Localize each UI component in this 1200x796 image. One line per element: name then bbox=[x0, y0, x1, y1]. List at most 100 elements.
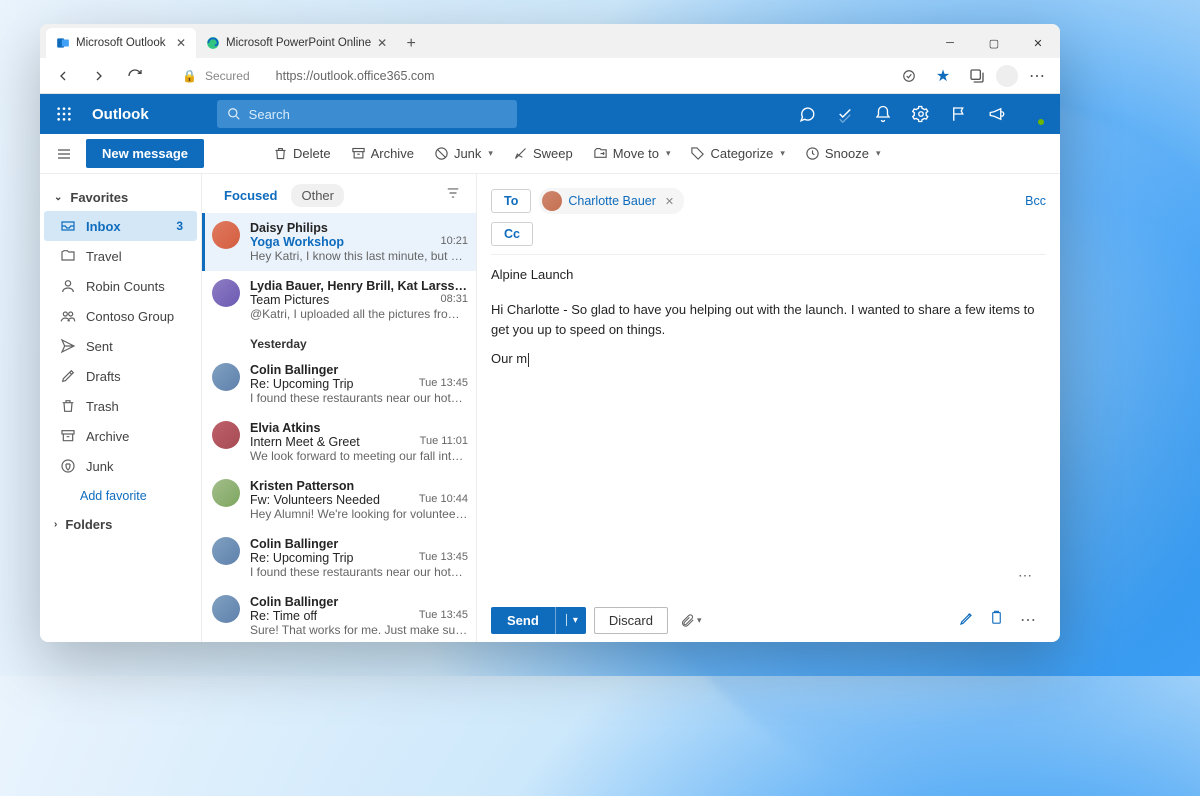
tab-close-icon[interactable]: ✕ bbox=[176, 36, 186, 50]
sweep-button[interactable]: Sweep bbox=[506, 142, 580, 165]
browser-window: Microsoft Outlook ✕ Microsoft PowerPoint… bbox=[40, 24, 1060, 642]
notifications-icon[interactable] bbox=[866, 97, 900, 131]
bcc-button[interactable]: Bcc bbox=[1025, 194, 1046, 208]
message-item[interactable]: Daisy PhilipsYoga Workshop10:21Hey Katri… bbox=[202, 213, 476, 271]
nav-back[interactable] bbox=[48, 61, 78, 91]
window-minimize[interactable]: ─ bbox=[928, 28, 972, 58]
window-close[interactable]: ✕ bbox=[1016, 28, 1060, 58]
junk-icon bbox=[434, 146, 449, 161]
flag-icon[interactable] bbox=[942, 97, 976, 131]
avatar bbox=[212, 537, 240, 565]
folder-contoso-group[interactable]: Contoso Group bbox=[44, 301, 197, 331]
clipboard-icon[interactable] bbox=[989, 610, 1004, 631]
new-message-button[interactable]: New message bbox=[86, 139, 204, 168]
body-paragraph: Our m bbox=[491, 349, 1046, 369]
avatar bbox=[212, 421, 240, 449]
nav-toggle-icon[interactable] bbox=[48, 138, 80, 170]
move-to-button[interactable]: Move to▾ bbox=[586, 142, 678, 165]
message-item[interactable]: Colin BallingerRe: Upcoming TripTue 13:4… bbox=[202, 529, 476, 587]
snooze-button[interactable]: Snooze▾ bbox=[798, 142, 888, 165]
folder-sent[interactable]: Sent bbox=[44, 331, 197, 361]
favorite-icon[interactable]: ★ bbox=[928, 61, 958, 91]
chat-icon[interactable] bbox=[790, 97, 824, 131]
folder-label: Robin Counts bbox=[86, 279, 165, 294]
outlook-favicon bbox=[56, 36, 70, 50]
folder-robin-counts[interactable]: Robin Counts bbox=[44, 271, 197, 301]
collections-icon[interactable] bbox=[962, 61, 992, 91]
message-from: Colin Ballinger bbox=[250, 363, 468, 377]
folder-junk[interactable]: Junk bbox=[44, 451, 197, 481]
tab-focused[interactable]: Focused bbox=[214, 184, 287, 207]
delete-button[interactable]: Delete bbox=[266, 142, 338, 165]
folder-label: Sent bbox=[86, 339, 113, 354]
remove-recipient-icon[interactable]: ✕ bbox=[662, 195, 677, 208]
cc-button[interactable]: Cc bbox=[491, 222, 533, 246]
tab-close-icon[interactable]: ✕ bbox=[377, 36, 387, 50]
folder-label: Travel bbox=[86, 249, 122, 264]
tracking-prevention-icon[interactable] bbox=[894, 61, 924, 91]
recipient-chip[interactable]: Charlotte Bauer ✕ bbox=[539, 188, 684, 214]
message-item[interactable]: Colin BallingerRe: Time offTue 13:45Sure… bbox=[202, 587, 476, 642]
folder-travel[interactable]: Travel bbox=[44, 241, 197, 271]
message-from: Colin Ballinger bbox=[250, 595, 468, 609]
to-button[interactable]: To bbox=[491, 189, 531, 213]
more-actions-icon[interactable]: ⋯ bbox=[1010, 563, 1042, 588]
search-input[interactable] bbox=[249, 107, 507, 122]
categorize-button[interactable]: Categorize▾ bbox=[683, 142, 791, 165]
filter-icon[interactable] bbox=[442, 182, 464, 209]
message-from: Lydia Bauer, Henry Brill, Kat Larsson, bbox=[250, 279, 468, 293]
add-favorite-link[interactable]: Add favorite bbox=[40, 481, 201, 511]
junk-button[interactable]: Junk▾ bbox=[427, 142, 500, 165]
message-preview: I found these restaurants near our hotel… bbox=[250, 391, 468, 405]
delete-icon bbox=[273, 146, 288, 161]
attach-button[interactable]: ▾ bbox=[676, 609, 706, 632]
account-presence[interactable] bbox=[1018, 97, 1052, 131]
avatar bbox=[542, 191, 562, 211]
browser-tab-label: Microsoft Outlook bbox=[76, 37, 165, 49]
more-footer-icon[interactable]: ⋯ bbox=[1012, 606, 1046, 634]
settings-icon[interactable] bbox=[904, 97, 938, 131]
folder-trash[interactable]: Trash bbox=[44, 391, 197, 421]
folder-label: Trash bbox=[86, 399, 119, 414]
nav-refresh[interactable] bbox=[120, 61, 150, 91]
folder-inbox[interactable]: Inbox3 bbox=[44, 211, 197, 241]
browser-tab-outlook[interactable]: Microsoft Outlook ✕ bbox=[46, 28, 196, 58]
browser-menu-icon[interactable]: ⋯ bbox=[1022, 61, 1052, 91]
address-bar[interactable]: 🔒 Secured https://outlook.office365.com bbox=[182, 69, 435, 83]
message-item[interactable]: Kristen PattersonFw: Volunteers NeededTu… bbox=[202, 471, 476, 529]
folder-drafts[interactable]: Drafts bbox=[44, 361, 197, 391]
move-to-icon bbox=[593, 146, 608, 161]
folder-archive[interactable]: Archive bbox=[44, 421, 197, 451]
subject-input[interactable] bbox=[491, 259, 1046, 288]
unread-badge: 3 bbox=[176, 219, 183, 233]
new-tab-button[interactable]: + bbox=[397, 30, 425, 58]
person-icon bbox=[60, 278, 76, 294]
message-preview: We look forward to meeting our fall inte… bbox=[250, 449, 468, 463]
app-launcher-icon[interactable] bbox=[48, 98, 80, 130]
send-button[interactable]: Send bbox=[491, 607, 555, 634]
discard-button[interactable]: Discard bbox=[594, 607, 668, 634]
message-subject: Yoga Workshop bbox=[250, 235, 344, 249]
window-maximize[interactable]: ▢ bbox=[972, 28, 1016, 58]
compose-body[interactable]: Hi Charlotte - So glad to have you helpi… bbox=[491, 288, 1046, 598]
message-item[interactable]: Elvia AtkinsIntern Meet & GreetTue 11:01… bbox=[202, 413, 476, 471]
outlook-brand: Outlook bbox=[92, 106, 149, 123]
archive-button[interactable]: Archive bbox=[344, 142, 421, 165]
megaphone-icon[interactable] bbox=[980, 97, 1014, 131]
signature-icon[interactable] bbox=[959, 610, 975, 631]
browser-tab-powerpoint[interactable]: Microsoft PowerPoint Online ✕ bbox=[196, 28, 397, 58]
folders-header[interactable]: ›Folders bbox=[40, 511, 201, 538]
tab-other[interactable]: Other bbox=[291, 184, 344, 207]
sent-icon bbox=[60, 338, 76, 354]
todo-icon[interactable] bbox=[828, 97, 862, 131]
favorites-header[interactable]: ⌄Favorites bbox=[40, 184, 201, 211]
browser-profile[interactable] bbox=[996, 65, 1018, 87]
nav-forward[interactable] bbox=[84, 61, 114, 91]
search-icon bbox=[227, 107, 241, 121]
message-item[interactable]: Colin BallingerRe: Upcoming TripTue 13:4… bbox=[202, 355, 476, 413]
avatar bbox=[212, 363, 240, 391]
send-options-button[interactable]: │ ▾ bbox=[555, 607, 586, 634]
search-box[interactable] bbox=[217, 100, 517, 128]
message-item[interactable]: Lydia Bauer, Henry Brill, Kat Larsson,Te… bbox=[202, 271, 476, 329]
folder-pane: ⌄Favorites Inbox3 Travel Robin Counts Conto… bbox=[40, 174, 202, 642]
